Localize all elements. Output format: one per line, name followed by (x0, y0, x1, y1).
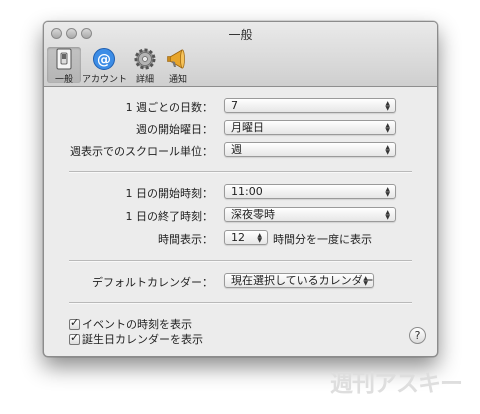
toolbar-general-label: 一般 (54, 75, 73, 85)
day-start-row: 1 日の開始時刻： 11:00 ▲ ▼ (44, 184, 437, 200)
switch-icon (56, 48, 72, 70)
day-start-popup[interactable]: 11:00 ▲ ▼ (224, 184, 396, 199)
hours-show-popup[interactable]: 12 ▲ ▼ (224, 230, 268, 245)
days-per-week-row: 1 週ごとの日数： 7 ▲ ▼ (44, 98, 437, 114)
default-calendar-value: 現在選択しているカレンダー (231, 274, 374, 287)
popup-arrows-icon: ▲ ▼ (385, 144, 390, 156)
toolbar-alerts-label: 通知 (168, 75, 187, 85)
title-bar: 一般 一般 @ アカウント 詳細 通知 (44, 22, 437, 87)
days-per-week-value: 7 (231, 99, 238, 112)
week-start-popup[interactable]: 月曜日 ▲ ▼ (224, 120, 396, 135)
scroll-unit-popup[interactable]: 週 ▲ ▼ (224, 142, 396, 157)
show-event-times-checkbox[interactable]: イベントの時刻を表示 (69, 316, 192, 331)
toolbar-advanced-label: 詳細 (135, 75, 154, 85)
scroll-unit-row: 週表示でのスクロール単位： 週 ▲ ▼ (44, 142, 437, 158)
show-event-times-label: イベントの時刻を表示 (82, 318, 192, 331)
week-start-row: 週の開始曜日： 月曜日 ▲ ▼ (44, 120, 437, 136)
hours-show-label: 時間表示： (158, 233, 213, 246)
week-start-value: 月曜日 (231, 121, 264, 134)
default-calendar-row: デフォルトカレンダー： 現在選択しているカレンダー ▲ ▼ (44, 273, 437, 289)
popup-arrows-icon: ▲ ▼ (385, 186, 390, 198)
at-sign-icon: @ (93, 48, 115, 70)
popup-arrows-icon: ▲ ▼ (257, 232, 262, 244)
separator (69, 260, 412, 262)
toolbar-alerts[interactable]: 通知 (161, 47, 195, 85)
days-per-week-label: 1 週ごとの日数： (125, 101, 213, 114)
hours-show-value: 12 (231, 231, 245, 244)
scroll-unit-value: 週 (231, 143, 242, 156)
toolbar-advanced[interactable]: 詳細 (128, 47, 162, 85)
popup-arrows-icon: ▲ ▼ (385, 209, 390, 221)
popup-arrows-icon: ▲ ▼ (363, 275, 368, 287)
checkbox-checked-icon[interactable] (69, 316, 80, 330)
day-end-value: 深夜零時 (231, 208, 275, 221)
preferences-window: 一般 一般 @ アカウント 詳細 通知 1 週ごとの日数： 7 ▲ ▼ 週の開始… (43, 21, 438, 357)
watermark-logo: 週刊アスキー (330, 371, 463, 397)
separator (69, 171, 412, 173)
scroll-unit-label: 週表示でのスクロール単位： (70, 145, 213, 158)
window-title: 一般 (228, 28, 253, 42)
megaphone-icon (167, 49, 185, 69)
gear-icon (134, 48, 156, 70)
popup-arrows-icon: ▲ ▼ (385, 122, 390, 134)
toolbar-accounts-label: アカウント (82, 75, 128, 85)
day-start-value: 11:00 (231, 185, 263, 198)
day-end-label: 1 日の終了時刻： (125, 210, 214, 223)
day-end-popup[interactable]: 深夜零時 ▲ ▼ (224, 207, 396, 222)
day-end-row: 1 日の終了時刻： 深夜零時 ▲ ▼ (44, 207, 437, 223)
hours-show-row: 時間表示： 12 ▲ ▼ 時間分を一度に表示 (44, 230, 437, 246)
hours-show-suffix: 時間分を一度に表示 (273, 233, 372, 246)
svg-text:@: @ (97, 52, 111, 68)
default-calendar-popup[interactable]: 現在選択しているカレンダー ▲ ▼ (224, 273, 374, 288)
show-birthdays-label: 誕生日カレンダーを表示 (82, 333, 203, 346)
week-start-label: 週の開始曜日： (136, 123, 213, 136)
separator (69, 302, 412, 304)
day-start-label: 1 日の開始時刻： (125, 187, 214, 200)
help-button[interactable]: ? (409, 327, 426, 344)
show-birthdays-checkbox[interactable]: 誕生日カレンダーを表示 (69, 331, 203, 346)
checkbox-checked-icon[interactable] (69, 331, 80, 345)
toolbar-accounts[interactable]: @ アカウント (82, 47, 128, 85)
popup-arrows-icon: ▲ ▼ (385, 100, 390, 112)
toolbar-general[interactable]: 一般 (47, 47, 81, 85)
default-calendar-label: デフォルトカレンダー： (92, 276, 213, 289)
days-per-week-popup[interactable]: 7 ▲ ▼ (224, 98, 396, 113)
